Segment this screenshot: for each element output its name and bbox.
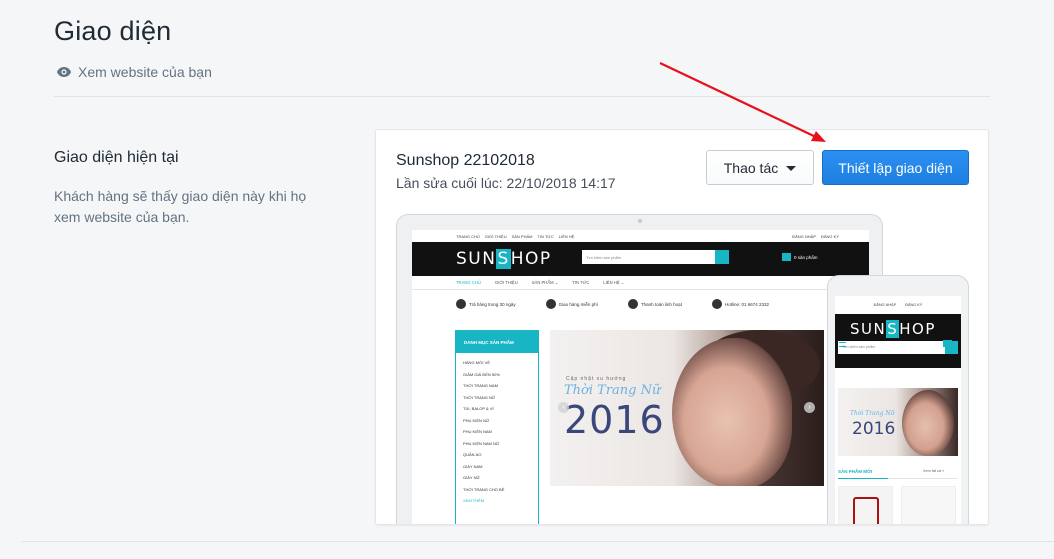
page-title: Giao diện — [54, 16, 172, 46]
preview-toplink: SẢN PHẨM — [511, 233, 533, 239]
model-image — [672, 338, 792, 486]
current-theme-card: Sunshop 22102018 Lần sửa cuối lúc: 22/10… — [375, 129, 989, 525]
preview-topbar: TRANG CHỦ GIỚI THIỆU SẢN PHẨM TIN TỨC LI… — [412, 230, 869, 242]
mobile-banner: Thời Trang Nữ 2016 — [838, 388, 958, 456]
preview-header: SUNSHOP Tìm kiếm sản phẩm 0 sản phẩm — [412, 242, 869, 276]
phone-icon — [711, 299, 722, 309]
preview-banner: Cập nhật xu hướng Thời Trang Nữ 2016 ‹ › — [550, 330, 824, 486]
preview-login: ĐĂNG NHẬP — [792, 233, 816, 239]
preview-cart: 0 sản phẩm — [782, 253, 818, 261]
product-thumbnail — [838, 486, 893, 524]
divider — [22, 541, 1054, 542]
view-website-label: Xem website của bạn — [78, 64, 212, 80]
section-title: Giao diện hiện tại — [54, 149, 179, 166]
theme-last-edited: Lần sửa cuối lúc: 22/10/2018 14:17 — [396, 175, 616, 191]
hamburger-icon — [839, 342, 846, 347]
actions-dropdown-button[interactable]: Thao tác — [706, 150, 814, 185]
mobile-logo: SUNSHOP — [850, 320, 936, 338]
preview-toplink: TRANG CHỦ — [456, 233, 480, 239]
customize-theme-button[interactable]: Thiết lập giao diện — [822, 150, 969, 185]
truck-icon — [545, 299, 556, 309]
chevron-right-icon: › — [804, 402, 815, 413]
caret-down-icon — [786, 165, 797, 171]
chevron-left-icon: ‹ — [558, 402, 569, 413]
actions-label: Thao tác — [723, 159, 779, 176]
desktop-preview-screen: TRANG CHỦ GIỚI THIỆU SẢN PHẨM TIN TỨC LI… — [412, 230, 869, 524]
preview-toplink: LIÊN HỆ — [558, 233, 575, 239]
mobile-preview: ĐĂNG NHẬP ĐĂNG KÝ SUNSHOP Tìm kiếm sản ph… — [827, 275, 969, 524]
card-icon — [627, 299, 638, 309]
view-website-link[interactable]: Xem website của bạn — [56, 64, 212, 80]
preview-category-box: DANH MỤC SẢN PHẨM HÀNG MỚI VỀ GIẢM GIÁ ĐẾ… — [455, 330, 539, 524]
cart-icon — [943, 340, 952, 347]
eye-icon — [57, 67, 71, 77]
preview-nav: TRANG CHỦ GIỚI THIỆU SẢN PHẨM ⌄ TIN TỨC LIÊN… — [412, 276, 869, 290]
preview-toplink: GIỚI THIỆU — [484, 233, 507, 239]
product-thumbnail — [901, 486, 956, 524]
divider — [54, 96, 990, 97]
preview-toplink: TIN TỨC — [537, 233, 554, 239]
preview-register: ĐĂNG KÝ — [820, 233, 839, 239]
desktop-preview: TRANG CHỦ GIỚI THIỆU SẢN PHẨM TIN TỨC LI… — [396, 214, 883, 524]
theme-name: Sunshop 22102018 — [396, 152, 535, 169]
mobile-preview-screen: ĐĂNG NHẬP ĐĂNG KÝ SUNSHOP Tìm kiếm sản ph… — [835, 296, 961, 524]
preview-features: Trả hàng trong 30 ngày Giao hàng miễn ph… — [412, 290, 869, 318]
camera-dot — [638, 219, 642, 223]
preview-search: Tìm kiếm sản phẩm — [582, 250, 729, 264]
return-icon — [456, 299, 466, 309]
preview-logo: SUNSHOP — [456, 249, 552, 269]
section-description: Khách hàng sẽ thấy giao diện này khi họ … — [54, 188, 307, 225]
search-icon — [715, 250, 729, 264]
cart-icon — [782, 253, 791, 261]
